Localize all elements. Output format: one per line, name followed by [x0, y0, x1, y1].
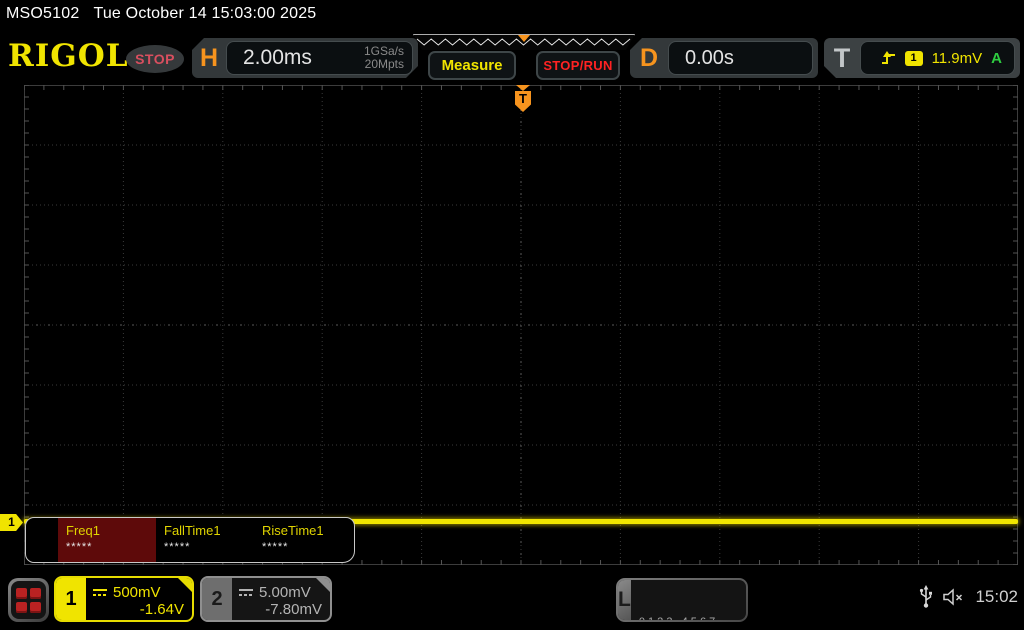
trigger-label: T: [833, 42, 851, 73]
channel1-offset: -1.64V: [139, 600, 184, 618]
channel1-position-marker[interactable]: 1: [0, 514, 23, 531]
delay-panel[interactable]: D 0.00s: [630, 38, 818, 78]
trigger-panel[interactable]: T 1 11.9mV A: [824, 38, 1020, 78]
menu-button[interactable]: [8, 578, 49, 622]
run-state-badge: STOP: [126, 45, 184, 73]
trigger-source-badge: 1: [905, 51, 923, 66]
trigger-notch-icon: [516, 85, 530, 91]
trigger-mode: A: [991, 49, 1002, 67]
horizontal-panel[interactable]: H 2.00ms 1GSa/s 20Mpts: [192, 38, 418, 78]
measurement-freq1[interactable]: Freq1 *****: [58, 518, 156, 562]
oscilloscope-screen: MSO5102 Tue October 14 15:03:00 2025 RIGO…: [0, 0, 1024, 630]
delay-label: D: [639, 43, 659, 72]
graticule: T Freq1 ***** FallTime1 ***** RiseTime1 …: [23, 84, 1019, 566]
memory-depth: 20Mpts: [364, 57, 404, 71]
dc-coupling-icon: [93, 588, 107, 596]
corner-decoration: [178, 578, 192, 592]
channel2-number: 2: [202, 578, 232, 620]
stop-run-button[interactable]: STOP/RUN: [536, 51, 620, 80]
dc-coupling-icon: [239, 588, 253, 596]
corner-decoration: [316, 578, 330, 592]
trigger-level: 11.9mV: [931, 49, 983, 67]
grid: [23, 84, 1019, 566]
channel2-offset: -7.80mV: [265, 600, 322, 618]
logic-channels-block[interactable]: L 0 1 2 3 4 5 6 7 8 9 10 11 12 13 14 15: [616, 578, 748, 622]
clock: 15:02: [975, 587, 1018, 606]
delay-value: 0.00s: [685, 46, 734, 69]
logic-label: L: [618, 580, 631, 620]
measurement-box[interactable]: Freq1 ***** FallTime1 ***** RiseTime1 **…: [25, 517, 355, 563]
channel2-scale: 5.00mV: [259, 583, 311, 601]
model-name: MSO5102: [6, 5, 80, 22]
rigol-logo: RIGOL: [8, 38, 129, 74]
trigger-position-marker[interactable]: T: [515, 85, 531, 112]
status-bar: MSO5102 Tue October 14 15:03:00 2025: [6, 5, 316, 23]
measurement-falltime1[interactable]: FallTime1 *****: [156, 518, 254, 562]
speaker-muted-icon[interactable]: [943, 588, 965, 606]
timebase-value: 2.00ms: [243, 46, 312, 69]
measurement-box-handle[interactable]: [26, 518, 58, 562]
channel1-scale: 500mV: [113, 583, 161, 601]
usb-icon: [920, 585, 933, 608]
rising-edge-icon: [881, 50, 896, 66]
channel1-number: 1: [56, 578, 86, 620]
datetime: Tue October 14 15:03:00 2025: [93, 5, 317, 22]
measure-button[interactable]: Measure: [428, 51, 516, 80]
channel1-block[interactable]: 1 500mV -1.64V: [54, 576, 194, 622]
menu-grid-icon: [11, 581, 46, 619]
channel2-block[interactable]: 2 5.00mV -7.80mV: [200, 576, 332, 622]
measurement-risetime1[interactable]: RiseTime1 *****: [254, 518, 352, 562]
horizontal-label: H: [199, 43, 219, 72]
memory-trigger-position-icon: [518, 35, 530, 42]
logic-row-0-7: 0 1 2 3 4 5 6 7: [639, 615, 746, 620]
